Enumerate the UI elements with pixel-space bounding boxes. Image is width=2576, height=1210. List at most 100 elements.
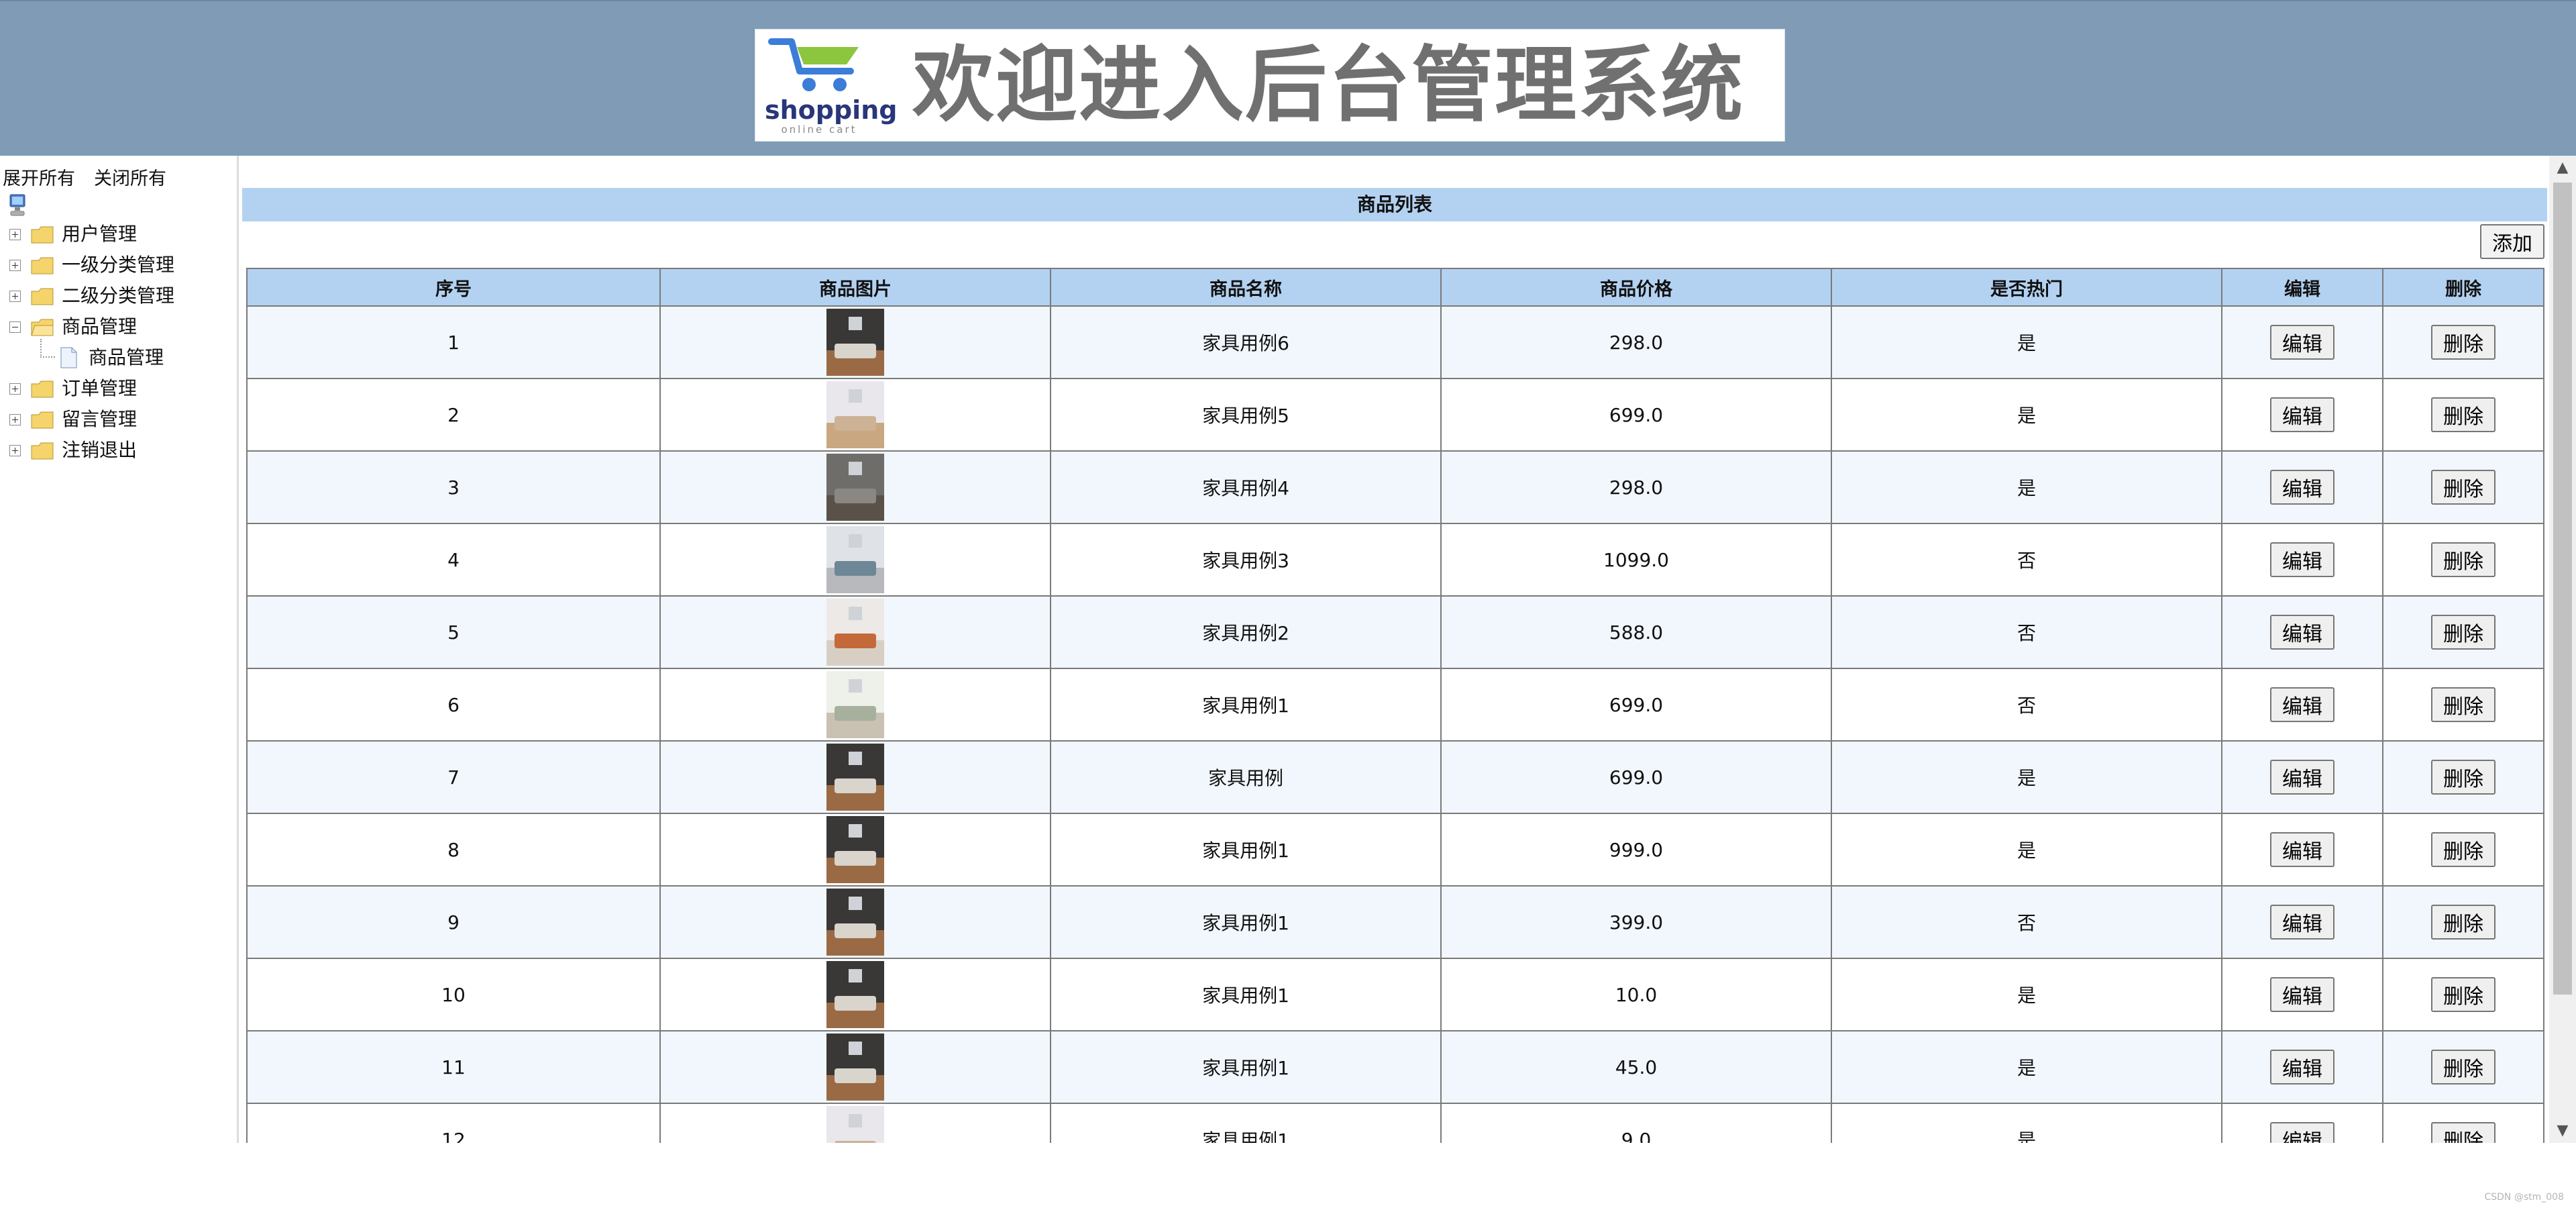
cell-name: 家具用例 [1050,740,1442,814]
edit-button[interactable]: 编辑 [2270,1122,2334,1143]
cell-hot: 是 [1831,1030,2222,1104]
scrollbar-thumb[interactable] [2553,183,2572,995]
edit-button[interactable]: 编辑 [2270,542,2334,577]
delete-button[interactable]: 删除 [2431,905,2496,940]
cell-price: 699.0 [1440,378,1832,452]
delete-button[interactable]: 删除 [2431,977,2496,1012]
logo-wordmark: shopping [765,95,898,125]
table-row: 10 家具用例1 10.0 是 编辑 删除 [246,958,2544,1031]
expand-toggle-icon[interactable] [9,383,21,395]
product-thumbnail[interactable] [826,381,884,448]
edit-button[interactable]: 编辑 [2270,1050,2334,1085]
product-thumbnail[interactable] [826,526,884,593]
edit-button[interactable]: 编辑 [2270,977,2334,1012]
table-row: 8 家具用例1 999.0 是 编辑 删除 [246,813,2544,887]
column-header-delete: 删除 [2382,268,2544,307]
cell-name: 家具用例6 [1050,305,1442,379]
cell-index: 3 [246,450,661,524]
cell-price: 1099.0 [1440,523,1832,597]
expand-toggle-icon[interactable] [9,445,21,456]
collapse-toggle-icon[interactable] [9,321,21,333]
product-thumbnail[interactable] [826,671,884,738]
header-bar: shopping online cart 欢迎进入后台管理系统 [0,0,2576,156]
vertical-scrollbar[interactable]: ▲ ▼ [2549,156,2576,1143]
delete-button[interactable]: 删除 [2431,397,2496,432]
cell-image [659,958,1051,1031]
cell-hot: 是 [1831,740,2222,814]
product-thumbnail[interactable] [826,1106,884,1143]
cell-name: 家具用例1 [1050,958,1442,1031]
delete-button[interactable]: 删除 [2431,1050,2496,1085]
product-thumbnail[interactable] [826,309,884,376]
cell-index: 7 [246,740,661,814]
cell-edit: 编辑 [2221,523,2383,597]
delete-button[interactable]: 删除 [2431,1122,2496,1143]
edit-button[interactable]: 编辑 [2270,905,2334,940]
delete-button[interactable]: 删除 [2431,470,2496,505]
banner-title: 欢迎进入后台管理系统 [912,38,1744,133]
cell-index: 8 [246,813,661,887]
table-row: 6 家具用例1 699.0 否 编辑 删除 [246,668,2544,742]
cell-edit: 编辑 [2221,1103,2383,1143]
cell-image [659,1030,1051,1104]
cell-name: 家具用例5 [1050,378,1442,452]
expand-toggle-icon[interactable] [9,260,21,271]
edit-button[interactable]: 编辑 [2270,325,2334,360]
cell-image [659,523,1051,597]
folder-icon [31,442,54,460]
cell-delete: 删除 [2382,958,2544,1031]
product-thumbnail[interactable] [826,889,884,956]
table-row: 2 家具用例5 699.0 是 编辑 删除 [246,378,2544,452]
cell-index: 1 [246,305,661,379]
table-row: 9 家具用例1 399.0 否 编辑 删除 [246,885,2544,959]
logo-tagline: online cart [781,123,857,136]
cell-price: 699.0 [1440,668,1832,742]
tree-node-label: 商品管理 [62,315,138,338]
product-thumbnail[interactable] [826,816,884,883]
table-row: 1 家具用例6 298.0 是 编辑 删除 [246,305,2544,379]
cell-delete: 删除 [2382,668,2544,742]
tree-node-label: 注销退出 [62,439,138,461]
product-thumbnail[interactable] [826,961,884,1028]
folder-icon [31,226,54,244]
delete-button[interactable]: 删除 [2431,542,2496,577]
cell-image [659,885,1051,959]
cell-index: 2 [246,378,661,452]
edit-button[interactable]: 编辑 [2270,470,2334,505]
table-header-row: 序号 商品图片 商品名称 商品价格 是否热门 编辑 删除 [246,268,2544,307]
edit-button[interactable]: 编辑 [2270,397,2334,432]
delete-button[interactable]: 删除 [2431,687,2496,722]
delete-button[interactable]: 删除 [2431,760,2496,795]
delete-button[interactable]: 删除 [2431,832,2496,867]
expand-toggle-icon[interactable] [9,229,21,240]
table-row: 7 家具用例 699.0 是 编辑 删除 [246,740,2544,814]
add-product-button[interactable]: 添加 [2480,224,2544,259]
cell-price: 45.0 [1440,1030,1832,1104]
cell-index: 11 [246,1030,661,1104]
expand-all-link[interactable]: 展开所有 [3,168,75,189]
delete-button[interactable]: 删除 [2431,325,2496,360]
edit-button[interactable]: 编辑 [2270,615,2334,650]
scroll-down-arrow-icon[interactable]: ▼ [2549,1119,2576,1143]
product-table-wrapper: 序号 商品图片 商品名称 商品价格 是否热门 编辑 删除 1 家具用例6 298.0… [246,268,2544,1143]
expand-toggle-icon[interactable] [9,291,21,302]
product-thumbnail[interactable] [826,744,884,811]
edit-button[interactable]: 编辑 [2270,760,2334,795]
product-thumbnail[interactable] [826,1033,884,1101]
product-thumbnail[interactable] [826,599,884,666]
expand-toggle-icon[interactable] [9,414,21,425]
collapse-all-link[interactable]: 关闭所有 [94,168,166,189]
folder-icon [31,288,54,305]
scroll-up-arrow-icon[interactable]: ▲ [2549,156,2576,180]
cell-delete: 删除 [2382,740,2544,814]
cell-hot: 否 [1831,523,2222,597]
cell-hot: 否 [1831,668,2222,742]
delete-button[interactable]: 删除 [2431,615,2496,650]
tree-node-label: 用户管理 [62,223,138,245]
cell-edit: 编辑 [2221,378,2383,452]
cell-edit: 编辑 [2221,813,2383,887]
cell-hot: 否 [1831,595,2222,669]
edit-button[interactable]: 编辑 [2270,832,2334,867]
product-thumbnail[interactable] [826,454,884,521]
edit-button[interactable]: 编辑 [2270,687,2334,722]
